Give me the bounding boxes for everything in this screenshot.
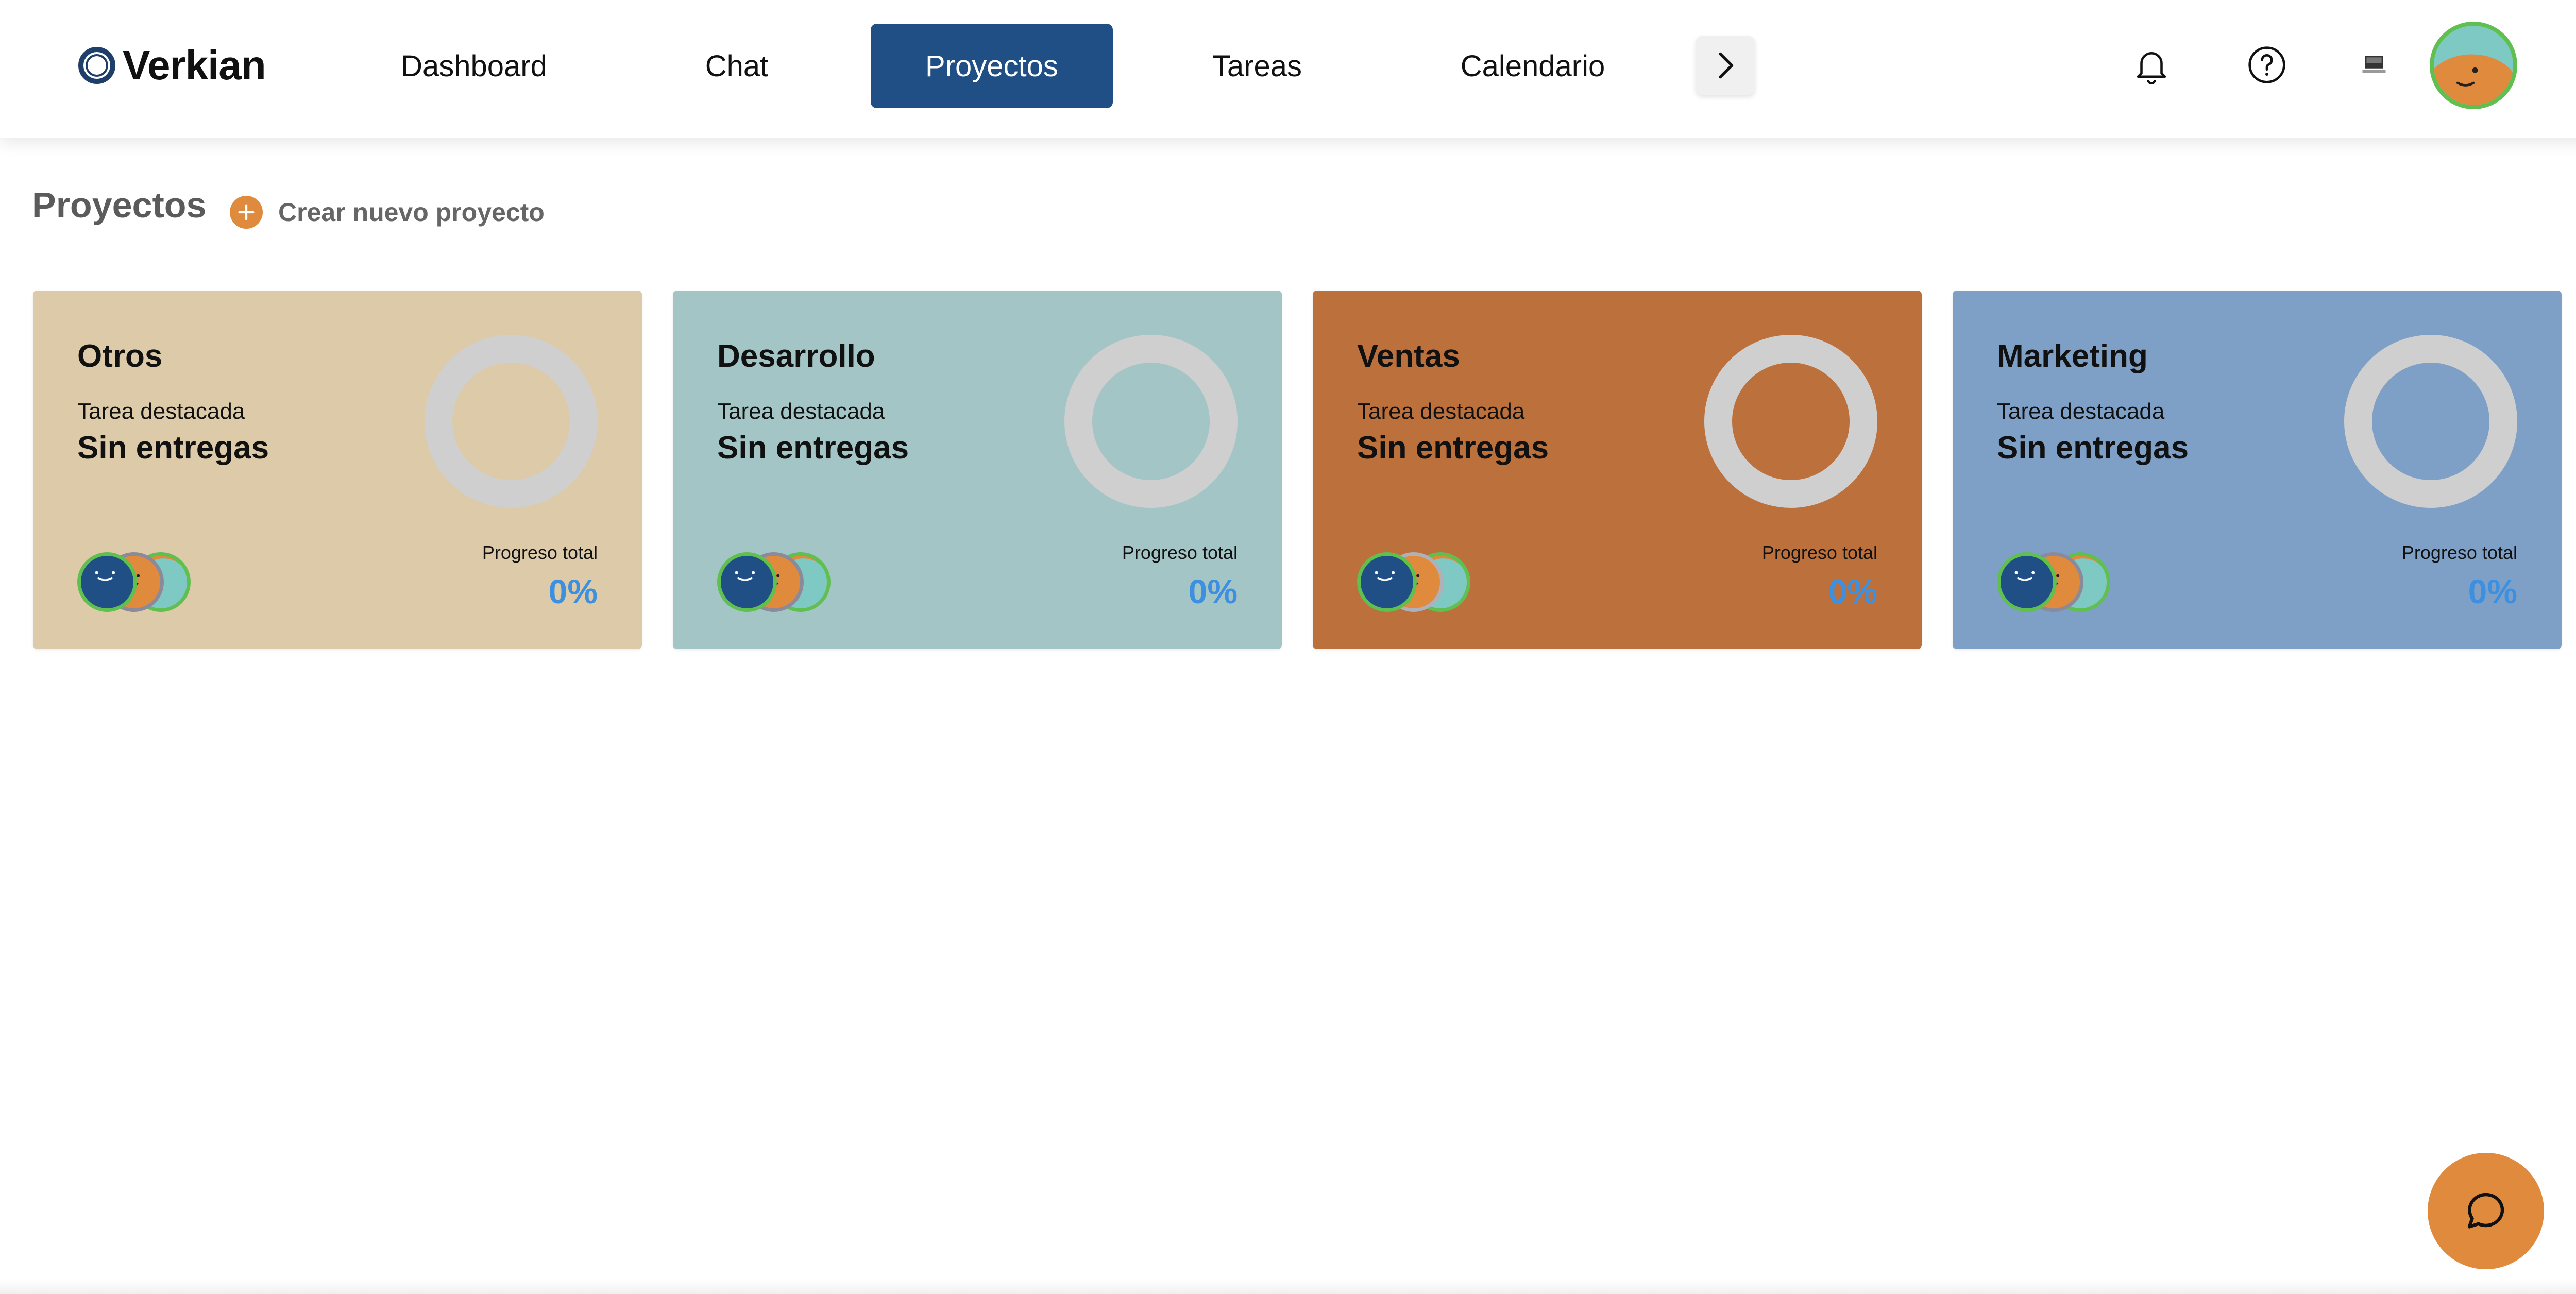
project-card-otros[interactable]: Otros Tarea destacada Sin entregas Progr…: [33, 291, 642, 649]
chevron-right-icon: [1719, 52, 1734, 79]
nav-more-button[interactable]: [1696, 36, 1755, 95]
project-card-marketing[interactable]: Marketing Tarea destacada Sin entregas P…: [1953, 291, 2562, 649]
featured-task-value: Sin entregas: [77, 430, 269, 466]
logo-ring-icon: [78, 47, 115, 84]
progress-donut: [2344, 335, 2517, 508]
member-avatars[interactable]: [77, 552, 201, 616]
user-avatar[interactable]: [2430, 22, 2517, 109]
featured-task-label: Tarea destacada: [77, 399, 245, 424]
nav-chat[interactable]: Chat: [675, 24, 799, 108]
device-button[interactable]: [2349, 40, 2399, 90]
nav-calendario[interactable]: Calendario: [1443, 24, 1623, 108]
progress-label: Progreso total: [1761, 542, 1877, 563]
project-card-ventas[interactable]: Ventas Tarea destacada Sin entregas Prog…: [1313, 291, 1922, 649]
app-name: Verkian: [123, 42, 266, 88]
featured-task-label: Tarea destacada: [1357, 399, 1525, 424]
laptop-icon: [2362, 56, 2386, 73]
featured-task-value: Sin entregas: [1997, 430, 2189, 466]
progress-value: 0%: [2468, 572, 2517, 610]
progress-donut: [1704, 335, 1877, 508]
bell-icon: [2137, 52, 2166, 84]
progress-value: 0%: [548, 572, 598, 610]
help-button[interactable]: [2242, 40, 2292, 90]
avatar-face-icon: [2434, 26, 2513, 105]
project-name: Ventas: [1357, 338, 1460, 374]
bottom-scroll-shadow: [0, 1280, 2576, 1294]
create-project-label: Crear nuevo proyecto: [278, 198, 545, 227]
top-navbar: Verkian Dashboard Chat Proyectos Tareas …: [0, 0, 2576, 138]
nav-dashboard[interactable]: Dashboard: [376, 24, 572, 108]
member-avatars[interactable]: [717, 552, 841, 616]
project-name: Desarrollo: [717, 338, 875, 374]
member-avatar: [1357, 552, 1417, 612]
member-avatars[interactable]: [1357, 552, 1481, 616]
featured-task-label: Tarea destacada: [717, 399, 885, 424]
featured-task-value: Sin entregas: [717, 430, 909, 466]
progress-donut: [1064, 335, 1238, 508]
progress-label: Progreso total: [482, 542, 598, 563]
chat-bubble-icon: [2467, 1193, 2504, 1229]
featured-task-label: Tarea destacada: [1997, 399, 2165, 424]
plus-icon: [230, 196, 263, 229]
notifications-button[interactable]: [2127, 40, 2176, 90]
page-title: Proyectos: [32, 185, 207, 225]
progress-label: Progreso total: [1122, 542, 1238, 563]
progress-label: Progreso total: [2401, 542, 2517, 563]
help-icon: [2248, 46, 2285, 83]
project-name: Otros: [77, 338, 163, 374]
member-avatar: [77, 552, 137, 612]
app-logo[interactable]: Verkian: [78, 42, 266, 88]
project-name: Marketing: [1997, 338, 2148, 374]
progress-value: 0%: [1828, 572, 1877, 610]
create-project-button[interactable]: Crear nuevo proyecto: [230, 196, 545, 229]
member-avatar: [1997, 552, 2057, 612]
nav-tareas[interactable]: Tareas: [1185, 24, 1329, 108]
member-avatar: [717, 552, 777, 612]
featured-task-value: Sin entregas: [1357, 430, 1549, 466]
progress-value: 0%: [1188, 572, 1238, 610]
project-card-desarrollo[interactable]: Desarrollo Tarea destacada Sin entregas …: [673, 291, 1282, 649]
chat-fab-button[interactable]: [2428, 1153, 2544, 1269]
member-avatars[interactable]: [1997, 552, 2121, 616]
progress-donut: [425, 335, 598, 508]
nav-proyectos[interactable]: Proyectos: [871, 24, 1113, 108]
